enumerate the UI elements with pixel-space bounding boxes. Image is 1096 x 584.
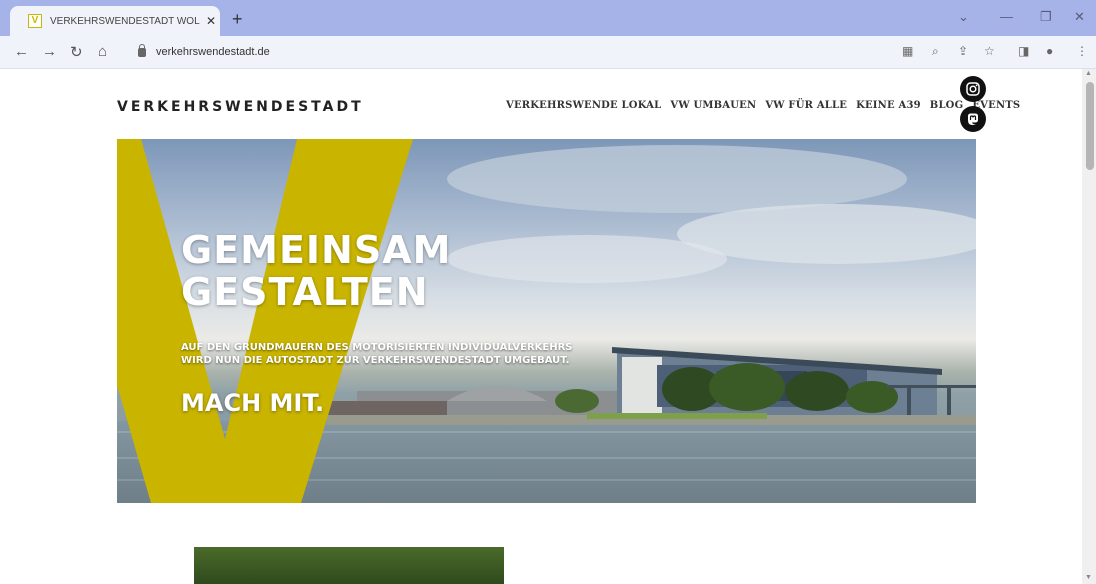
site-favicon-icon: V (28, 14, 42, 28)
hero-title-line: GEMEINSAM (181, 228, 452, 272)
zoom-icon[interactable]: ⌕ (932, 44, 939, 59)
side-panel-icon[interactable]: ◨ (1018, 44, 1029, 58)
scrollbar-thumb[interactable] (1086, 82, 1094, 170)
minimize-icon[interactable]: — (1000, 9, 1013, 24)
hero-subtitle-line: AUF DEN GRUNDMAUERN DES MOTORISIERTEN IN… (181, 342, 573, 353)
back-icon[interactable]: ← (14, 43, 29, 60)
address-bar[interactable]: verkehrswendestadt.de (130, 40, 890, 64)
restore-icon[interactable]: ❐ (1040, 9, 1052, 25)
nav-item-keine-a39[interactable]: KEINE A39 (856, 100, 921, 111)
tab-title: VERKEHRSWENDESTADT WOLFS (50, 15, 200, 27)
scroll-up-icon[interactable]: ▲ (1085, 70, 1092, 77)
teaser-image[interactable] (194, 547, 504, 584)
hero-title: GEMEINSAM GESTALTEN (181, 229, 451, 313)
instagram-icon[interactable] (960, 76, 986, 102)
browser-toolbar: ← → ↻ ⌂ verkehrswendestadt.de ▦ ⌕ ⇪ ☆ ◨ … (0, 36, 1096, 69)
reload-icon[interactable]: ↻ (70, 43, 83, 61)
hero-subtitle: AUF DEN GRUNDMAUERN DES MOTORISIERTEN IN… (181, 341, 573, 367)
tab-search-chevron-icon[interactable]: ⌄ (958, 9, 969, 25)
nav-item-vw-fuer-alle[interactable]: VW FÜR ALLE (765, 100, 847, 111)
profile-icon[interactable]: ● (1046, 44, 1053, 58)
tab-close-icon[interactable]: ✕ (206, 14, 216, 28)
url-text[interactable]: verkehrswendestadt.de (156, 46, 270, 58)
home-icon[interactable]: ⌂ (98, 43, 107, 60)
share-icon[interactable]: ⇪ (958, 44, 968, 58)
nav-item-verkehrswende-lokal[interactable]: VERKEHRSWENDE LOKAL (506, 100, 661, 111)
hero-subtitle-line: WIRD NUN DIE AUTOSTADT ZUR VERKEHRSWENDE… (181, 355, 570, 366)
browser-tab[interactable]: V VERKEHRSWENDESTADT WOLFS ✕ (10, 6, 220, 36)
browser-tab-bar: V VERKEHRSWENDESTADT WOLFS ✕ + ⌄ — ❐ ✕ (0, 0, 1096, 36)
nav-item-blog[interactable]: BLOG (930, 100, 964, 111)
hero-banner: GEMEINSAM GESTALTEN AUF DEN GRUNDMAUERN … (117, 139, 976, 503)
lock-icon[interactable] (138, 43, 146, 57)
hero-illustration (117, 139, 976, 503)
menu-kebab-icon[interactable]: ⋮ (1076, 44, 1088, 58)
mastodon-icon[interactable] (960, 106, 986, 132)
hero-title-line: GESTALTEN (181, 270, 429, 314)
close-window-icon[interactable]: ✕ (1074, 9, 1085, 25)
translate-icon[interactable]: ▦ (902, 44, 913, 58)
site-logo[interactable]: VERKEHRSWENDESTADT (117, 99, 364, 115)
main-navigation: VERKEHRSWENDE LOKAL VW UMBAUEN VW FÜR AL… (506, 100, 1020, 111)
new-tab-icon[interactable]: + (232, 9, 243, 30)
scroll-down-icon[interactable]: ▼ (1085, 574, 1092, 581)
nav-item-vw-umbauen[interactable]: VW UMBAUEN (670, 100, 756, 111)
bookmark-star-icon[interactable]: ☆ (984, 44, 995, 58)
hero-cta-link[interactable]: MACH MIT. (181, 389, 324, 417)
forward-icon[interactable]: → (42, 43, 57, 60)
